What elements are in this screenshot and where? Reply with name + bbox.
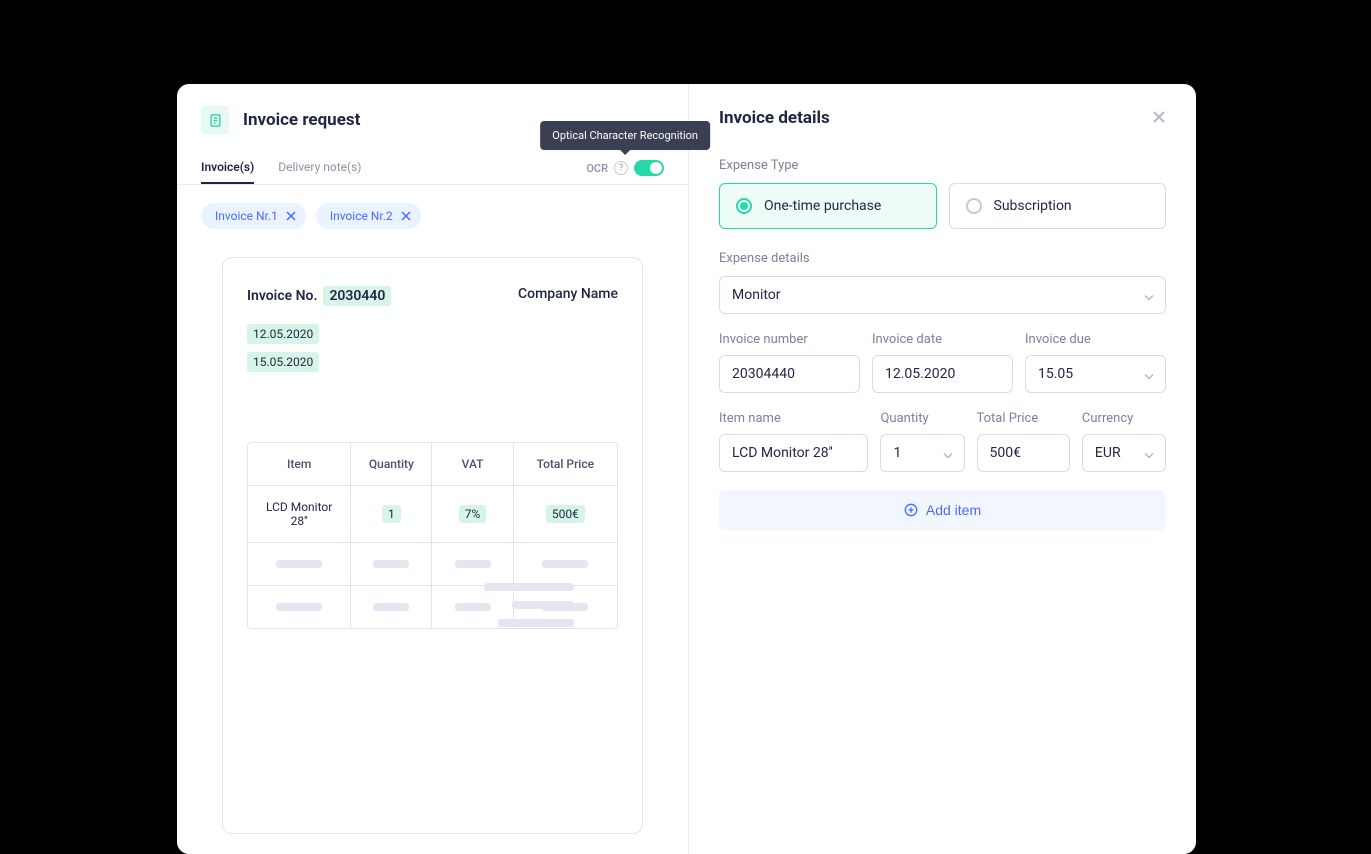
col-total: Total Price [514,443,617,486]
close-icon[interactable] [286,211,296,221]
radio-icon [966,198,982,214]
invoice-date-input[interactable] [872,355,1013,393]
invoice-due-label: Invoice due [1025,332,1166,347]
help-icon[interactable]: ? [614,161,628,175]
left-title: Invoice request [243,110,360,130]
right-title: Invoice details [719,108,830,128]
tab-invoices[interactable]: Invoice(s) [201,152,254,184]
total-price-input[interactable] [977,434,1070,472]
chip-label: Invoice Nr.1 [215,209,278,223]
invoice-icon [201,106,229,134]
option-label: Subscription [994,198,1072,214]
col-vat: VAT [432,443,513,486]
cell-qty: 1 [382,505,401,523]
close-icon[interactable] [401,211,411,221]
ocr-tooltip: Optical Character Recognition [540,121,710,150]
currency-label: Currency [1082,411,1166,426]
right-panel: Invoice details Expense Type One-time pu… [689,84,1196,854]
invoice-no-label: Invoice No. [247,288,317,304]
invoice-date-2: 15.05.2020 [247,352,319,372]
expense-details-select[interactable] [719,276,1166,314]
invoice-no-value: 2030440 [323,286,391,306]
expense-type-label: Expense Type [719,158,1166,173]
option-subscription[interactable]: Subscription [949,183,1167,229]
tab-delivery-notes[interactable]: Delivery note(s) [278,152,361,184]
add-item-button[interactable]: Add item [719,490,1166,530]
table-row: LCD Monitor 28'' 1 7% 500€ [248,486,617,543]
tabs-row: Invoice(s) Delivery note(s) Optical Char… [177,152,688,185]
add-item-label: Add item [926,502,981,518]
ocr-toggle[interactable] [634,160,664,176]
expense-details-label: Expense details [719,251,1166,266]
invoice-number-input[interactable] [719,355,860,393]
chip-invoice-1[interactable]: Invoice Nr.1 [201,203,306,229]
cell-total: 500€ [546,505,585,523]
ocr-label: OCR [586,162,608,175]
col-item: Item [248,443,351,486]
currency-select[interactable] [1082,434,1166,472]
cell-item: LCD Monitor 28'' [266,500,332,528]
company-name: Company Name [518,286,618,302]
invoice-modal: Invoice request Invoice(s) Delivery note… [177,84,1196,854]
ocr-toggle-group: Optical Character Recognition OCR ? [586,160,664,176]
quantity-label: Quantity [880,411,964,426]
invoice-date-label: Invoice date [872,332,1013,347]
close-button[interactable] [1152,109,1166,128]
option-onetime-purchase[interactable]: One-time purchase [719,183,937,229]
option-label: One-time purchase [764,198,881,214]
invoice-chips: Invoice Nr.1 Invoice Nr.2 [177,185,688,247]
total-price-label: Total Price [977,411,1070,426]
invoice-preview: Invoice No. 2030440 Company Name 12.05.2… [222,257,643,834]
radio-icon [736,198,752,214]
col-quantity: Quantity [351,443,432,486]
item-name-label: Item name [719,411,868,426]
quantity-select[interactable] [880,434,964,472]
table-row-empty [248,543,617,586]
chip-label: Invoice Nr.2 [330,209,393,223]
invoice-date-1: 12.05.2020 [247,324,319,344]
chip-invoice-2[interactable]: Invoice Nr.2 [316,203,421,229]
plus-circle-icon [904,503,918,517]
left-panel: Invoice request Invoice(s) Delivery note… [177,84,689,854]
address-skeleton [484,583,574,627]
invoice-due-select[interactable] [1025,355,1166,393]
item-name-input[interactable] [719,434,868,472]
invoice-number-label: Invoice number [719,332,860,347]
cell-vat: 7% [459,505,487,523]
